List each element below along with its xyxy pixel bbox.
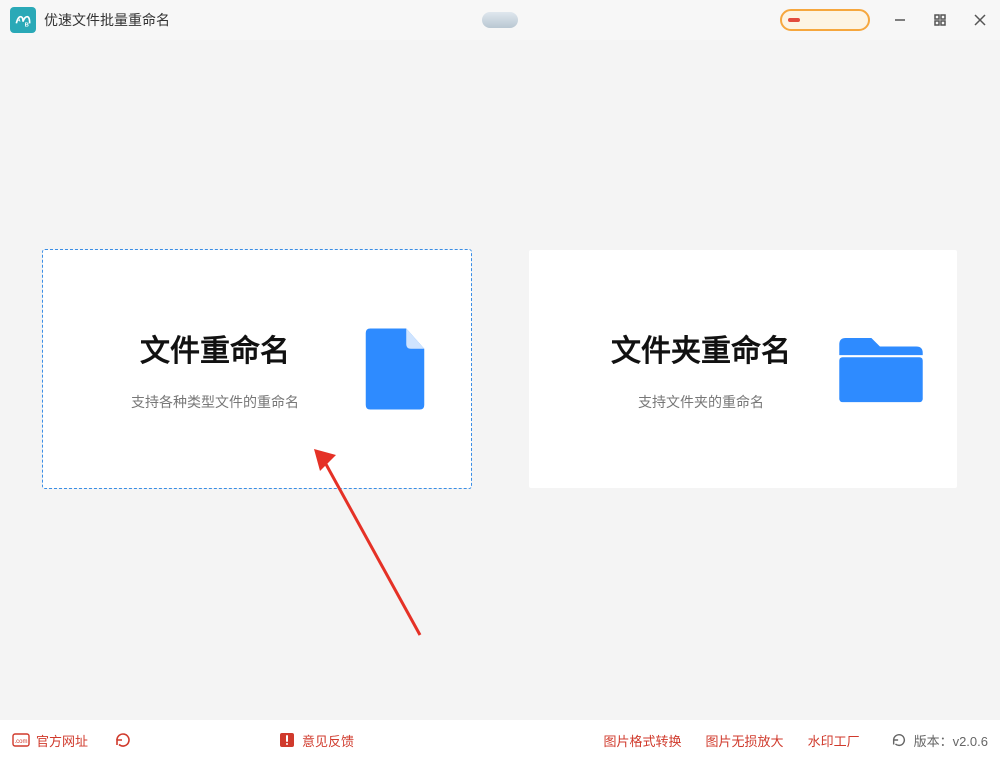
file-rename-subtitle: 支持各种类型文件的重命名 — [81, 392, 349, 412]
official-site-label: 官方网址 — [36, 731, 88, 750]
minimize-button[interactable] — [890, 0, 910, 40]
folder-icon — [835, 314, 927, 424]
globe-icon: .com — [12, 731, 30, 749]
main-area: 文件重命名 支持各种类型文件的重命名 文件夹重命名 支持文件夹的重命名 — [0, 40, 1000, 720]
app-logo-icon: A B — [10, 7, 36, 33]
version: 版本：v2.0.6 — [890, 731, 988, 750]
svg-text:A: A — [16, 18, 21, 24]
maximize-button[interactable] — [930, 0, 950, 40]
folder-rename-subtitle: 支持文件夹的重命名 — [567, 392, 835, 412]
link-upscale[interactable]: 图片无损放大 — [706, 731, 784, 750]
refresh-icon — [114, 731, 132, 749]
titlebar-badge — [482, 12, 518, 28]
folder-rename-title: 文件夹重命名 — [567, 326, 835, 370]
file-icon — [349, 314, 441, 424]
file-rename-card[interactable]: 文件重命名 支持各种类型文件的重命名 — [43, 250, 471, 488]
feedback-icon — [278, 731, 296, 749]
update-icon[interactable] — [890, 731, 908, 749]
footer: .com 官方网址 意见反馈 图片格式转换 图片无损放大 水印工厂 版本：v2.… — [0, 720, 1000, 760]
svg-text:B: B — [25, 23, 29, 29]
refresh-link[interactable] — [114, 731, 132, 749]
app-title: 优速文件批量重命名 — [44, 10, 170, 30]
official-site-link[interactable]: .com 官方网址 — [12, 731, 88, 750]
file-rename-title: 文件重命名 — [81, 326, 349, 370]
folder-rename-card[interactable]: 文件夹重命名 支持文件夹的重命名 — [529, 250, 957, 488]
feedback-link[interactable]: 意见反馈 — [278, 731, 354, 750]
svg-text:.com: .com — [14, 739, 27, 745]
close-button[interactable] — [970, 0, 990, 40]
titlebar: A B 优速文件批量重命名 — [0, 0, 1000, 40]
link-convert[interactable]: 图片格式转换 — [604, 731, 682, 750]
feedback-label: 意见反馈 — [302, 731, 354, 750]
window-controls — [780, 0, 990, 40]
link-watermark[interactable]: 水印工厂 — [808, 731, 860, 750]
cards-row: 文件重命名 支持各种类型文件的重命名 文件夹重命名 支持文件夹的重命名 — [0, 250, 1000, 488]
account-pill[interactable] — [780, 9, 870, 31]
version-label: 版本：v2.0.6 — [914, 731, 988, 750]
